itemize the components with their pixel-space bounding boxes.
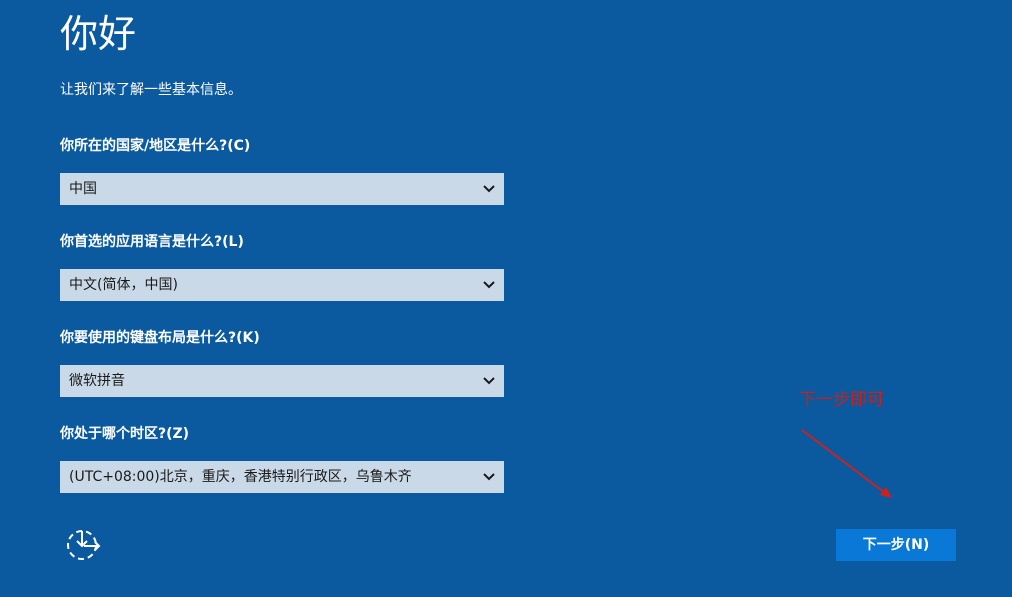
setup-page: 你好 让我们来了解一些基本信息。 你所在的国家/地区是什么?(C) 中国 你首选… bbox=[0, 0, 1012, 597]
chevron-down-icon bbox=[483, 185, 495, 193]
chevron-down-icon bbox=[483, 281, 495, 289]
keyboard-select-value: 微软拼音 bbox=[69, 373, 125, 389]
keyboard-label: 你要使用的键盘布局是什么?(K) bbox=[60, 330, 260, 346]
keyboard-select[interactable]: 微软拼音 bbox=[60, 365, 504, 397]
chevron-down-icon bbox=[483, 377, 495, 385]
next-button[interactable]: 下一步(N) bbox=[836, 529, 956, 561]
timezone-select[interactable]: (UTC+08:00)北京，重庆，香港特别行政区，乌鲁木齐 bbox=[60, 461, 504, 493]
page-subtitle: 让我们来了解一些基本信息。 bbox=[60, 82, 242, 98]
ease-of-access-icon[interactable] bbox=[64, 527, 102, 563]
app-language-select[interactable]: 中文(简体，中国) bbox=[60, 269, 504, 301]
app-language-label: 你首选的应用语言是什么?(L) bbox=[60, 234, 244, 250]
country-select-value: 中国 bbox=[69, 181, 97, 197]
timezone-select-value: (UTC+08:00)北京，重庆，香港特别行政区，乌鲁木齐 bbox=[69, 469, 412, 485]
country-label: 你所在的国家/地区是什么?(C) bbox=[60, 138, 251, 154]
annotation-arrow-icon bbox=[801, 429, 892, 498]
country-select[interactable]: 中国 bbox=[60, 173, 504, 205]
timezone-label: 你处于哪个时区?(Z) bbox=[60, 426, 190, 442]
annotation-text: 下一步即可 bbox=[799, 390, 884, 410]
app-language-select-value: 中文(简体，中国) bbox=[69, 277, 178, 293]
chevron-down-icon bbox=[483, 473, 495, 481]
page-title: 你好 bbox=[60, 12, 137, 56]
